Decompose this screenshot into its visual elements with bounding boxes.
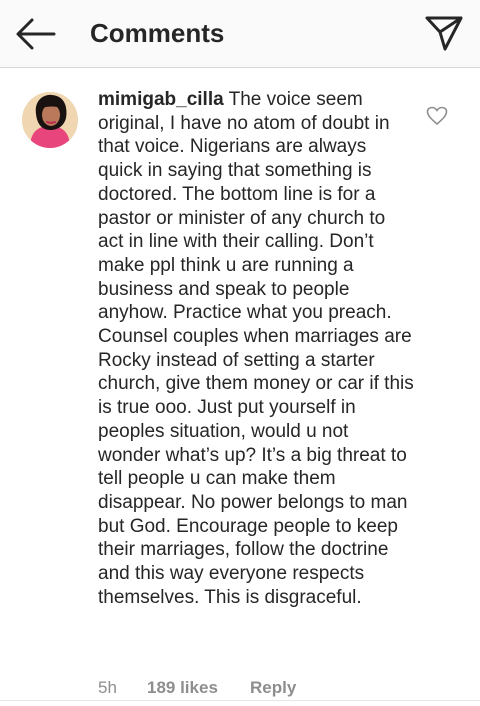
likes-count[interactable]: 189 likes	[147, 677, 250, 699]
page-title: Comments	[90, 18, 225, 48]
paper-plane-icon	[425, 16, 463, 51]
like-button[interactable]	[426, 106, 448, 126]
comment-body: mimigab_cilla The voice seem original, I…	[98, 88, 414, 609]
arrow-left-icon	[16, 18, 56, 50]
comment-text: The voice seem original, I have no atom …	[98, 89, 414, 608]
back-button[interactable]	[14, 16, 56, 52]
comment-time: 5h	[98, 678, 117, 697]
profile-photo	[22, 92, 78, 148]
comment-meta: 5h 189 likes Reply	[98, 677, 296, 699]
avatar[interactable]	[22, 92, 78, 148]
heart-outline-icon	[426, 106, 448, 125]
header-bar: Comments	[0, 0, 480, 68]
comment-username[interactable]: mimigab_cilla	[98, 89, 224, 110]
share-button[interactable]	[424, 14, 464, 52]
reply-button[interactable]: Reply	[250, 677, 296, 699]
divider	[0, 700, 480, 701]
